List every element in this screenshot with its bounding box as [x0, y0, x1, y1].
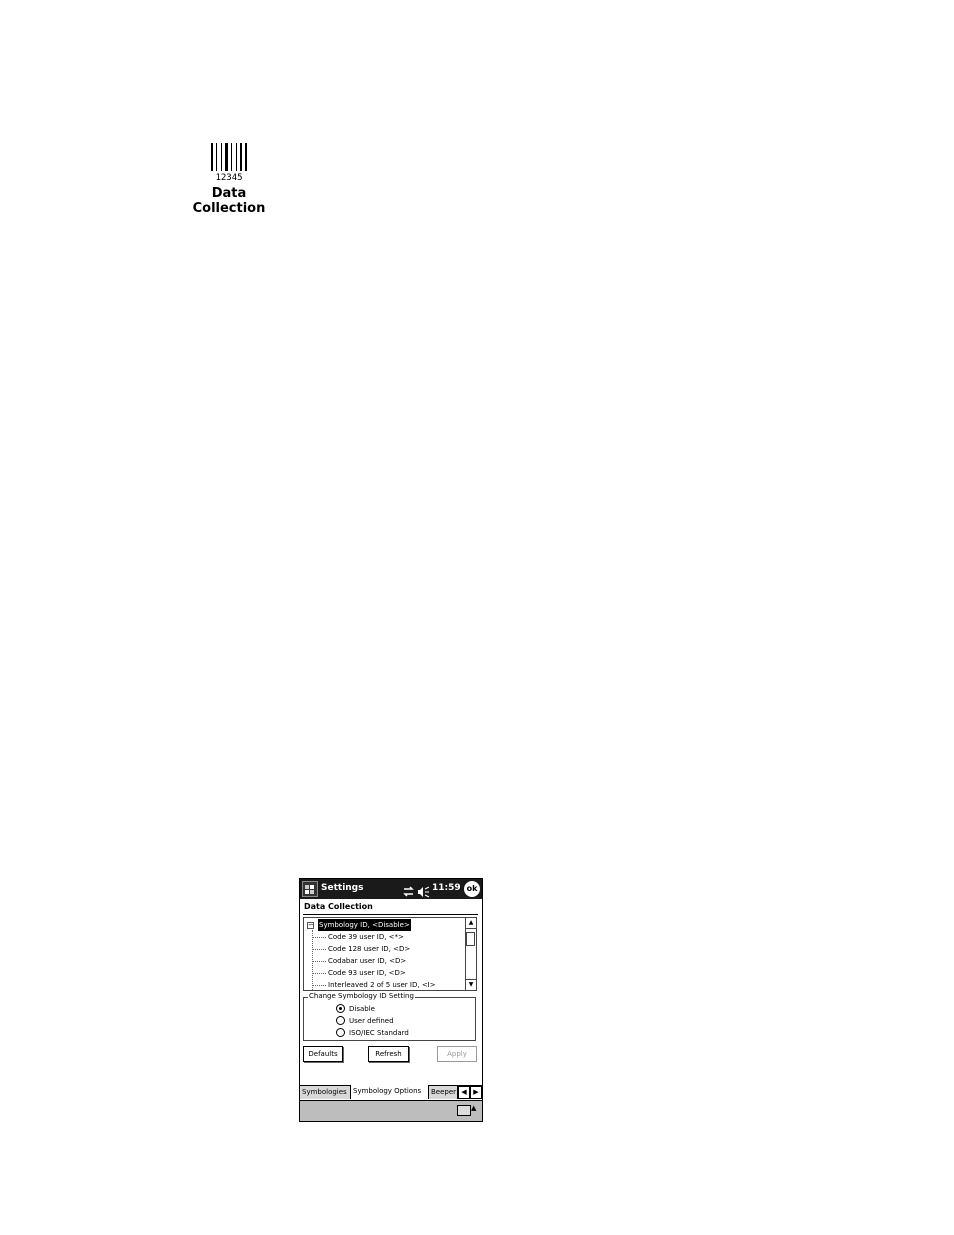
tree-root-label: Symbology ID, <Disable> — [318, 919, 411, 931]
tree-root-node[interactable]: − Symbology ID, <Disable> — [304, 919, 464, 931]
refresh-button[interactable]: Refresh — [368, 1046, 409, 1062]
pocketpc-screen: Settings 11:59 ok Data Collection − Symb… — [299, 878, 483, 1122]
tab-left-arrow-icon[interactable]: ◀ — [458, 1086, 470, 1099]
tab-symbology-options[interactable]: Symbology Options — [351, 1085, 429, 1099]
clock[interactable]: 11:59 — [432, 883, 461, 893]
radio-unselected-icon[interactable] — [336, 1028, 345, 1037]
radio-label: Disable — [349, 1005, 375, 1013]
desktop-icon-label: Data Collection — [190, 186, 268, 216]
tab-scroll: ◀ ▶ — [458, 1086, 482, 1099]
radio-selected-icon[interactable] — [336, 1004, 345, 1013]
connectivity-icon[interactable] — [403, 883, 414, 897]
apply-button[interactable]: Apply — [437, 1046, 477, 1062]
symbology-tree[interactable]: − Symbology ID, <Disable> Code 39 user I… — [303, 917, 477, 991]
data-collection-desktop-icon[interactable]: 12345 Data Collection — [190, 142, 268, 216]
radio-label: User defined — [349, 1017, 394, 1025]
tab-right-arrow-icon[interactable]: ▶ — [470, 1086, 482, 1099]
desktop-icon-label-line1: Data — [211, 186, 247, 201]
tree-scrollbar[interactable]: ▲ ▼ — [465, 918, 476, 990]
window-title: Settings — [321, 883, 364, 893]
radio-label: ISO/IEC Standard — [349, 1029, 409, 1037]
group-legend: Change Symbology ID Setting — [308, 992, 415, 1000]
tab-strip: Symbologies Symbology Options Beeper ◀ ▶ — [300, 1085, 482, 1100]
tree-item-label: Interleaved 2 of 5 user ID, <I> — [328, 981, 436, 989]
barcode-digits: 12345 — [215, 173, 242, 182]
speaker-icon[interactable] — [417, 883, 430, 898]
heading-divider — [303, 914, 478, 915]
defaults-button[interactable]: Defaults — [303, 1046, 343, 1062]
ok-button[interactable]: ok — [464, 881, 480, 897]
windows-start-icon[interactable] — [302, 881, 318, 897]
title-bar: Settings 11:59 ok — [300, 879, 482, 899]
menu-bar: ▲ — [300, 1100, 482, 1121]
input-menu-arrow-icon[interactable]: ▲ — [471, 1104, 476, 1112]
radio-unselected-icon[interactable] — [336, 1016, 345, 1025]
tree-item-label: Code 93 user ID, <D> — [328, 969, 406, 977]
tree-item-label: Codabar user ID, <D> — [328, 957, 407, 965]
change-symbology-id-group: Change Symbology ID Setting Disable User… — [303, 992, 476, 1041]
tab-symbologies[interactable]: Symbologies — [300, 1086, 351, 1099]
tree-item-label: Code 128 user ID, <D> — [328, 945, 411, 953]
keyboard-icon[interactable] — [457, 1105, 471, 1116]
tab-beeper[interactable]: Beeper — [429, 1086, 458, 1099]
scroll-thumb[interactable] — [466, 932, 475, 946]
tree-item-label: Code 39 user ID, <*> — [328, 933, 404, 941]
collapse-icon[interactable]: − — [307, 922, 314, 929]
desktop-icon-label-line2: Collection — [192, 201, 266, 216]
barcode-icon: 12345 — [210, 142, 248, 182]
scroll-up-icon[interactable]: ▲ — [466, 918, 476, 929]
scroll-down-icon[interactable]: ▼ — [466, 979, 476, 990]
page-title: Data Collection — [304, 902, 373, 911]
